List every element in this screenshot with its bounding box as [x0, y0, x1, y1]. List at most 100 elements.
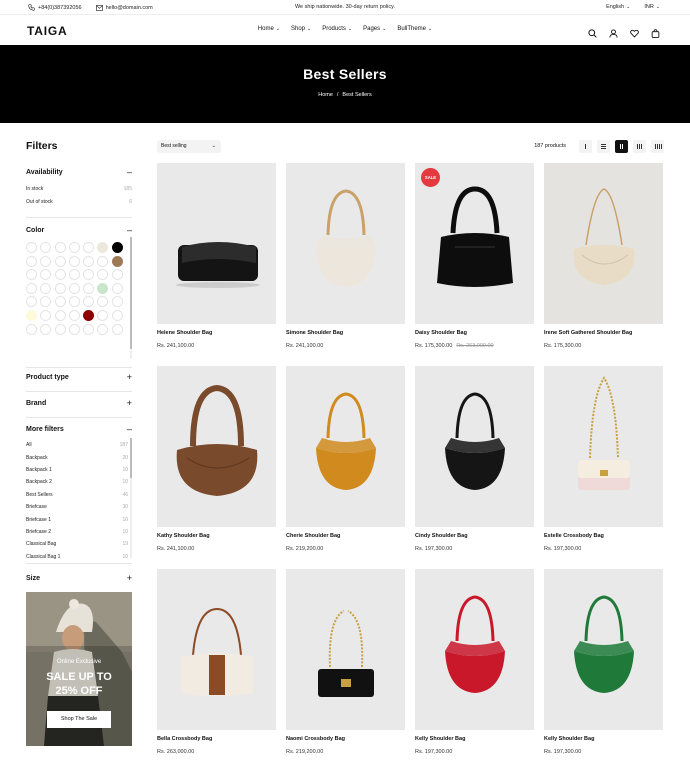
color-swatch[interactable]	[111, 323, 123, 335]
color-swatch[interactable]	[97, 323, 109, 335]
color-swatch[interactable]	[83, 309, 95, 321]
color-swatch[interactable]	[40, 309, 52, 321]
color-swatch[interactable]	[68, 282, 80, 294]
color-swatch[interactable]	[68, 309, 80, 321]
filter-option[interactable]: Backpack 2 10	[26, 476, 128, 488]
product-image-frame[interactable]	[157, 366, 276, 527]
color-swatch[interactable]	[26, 323, 37, 335]
product-image-frame[interactable]	[415, 366, 534, 527]
color-swatch[interactable]	[54, 255, 66, 267]
color-swatch[interactable]	[97, 282, 109, 294]
color-swatch[interactable]	[40, 242, 52, 253]
sort-select[interactable]: Best selling ⌄	[157, 140, 221, 153]
filter-product-type-toggle[interactable]: Product type +	[26, 372, 132, 382]
heart-icon[interactable]	[630, 25, 639, 38]
color-swatch[interactable]	[26, 269, 37, 281]
product-card[interactable]: SALE Daisy Shoulder Bag Rs. 175,300.00 Rs. …	[415, 163, 534, 349]
product-card[interactable]: Estelle Crossbody Bag Rs. 197,300.00	[544, 366, 663, 552]
color-swatch[interactable]	[83, 255, 95, 267]
color-swatch[interactable]	[40, 255, 52, 267]
bag-icon[interactable]	[651, 25, 660, 38]
product-image-frame[interactable]	[286, 366, 405, 527]
view-3-column-button[interactable]	[633, 140, 646, 153]
view-2-column-button[interactable]	[615, 140, 628, 153]
view-list-button[interactable]	[597, 140, 610, 153]
color-swatch[interactable]	[83, 296, 95, 308]
product-image-frame[interactable]	[157, 163, 276, 324]
product-image-frame[interactable]	[544, 366, 663, 527]
product-name[interactable]: Naomi Crossbody Bag	[286, 736, 405, 744]
product-image-frame[interactable]	[544, 163, 663, 324]
product-card[interactable]: Bella Crossbody Bag Rs. 263,000.00	[157, 569, 276, 755]
product-card[interactable]: Irene Soft Gathered Shoulder Bag Rs. 175,…	[544, 163, 663, 349]
filter-size-toggle[interactable]: Size +	[26, 573, 132, 583]
color-swatch[interactable]	[97, 296, 109, 308]
user-icon[interactable]	[609, 25, 618, 38]
nav-item-pages[interactable]: Pages ⌄	[363, 26, 386, 32]
color-swatch[interactable]	[26, 242, 37, 253]
product-card[interactable]: Helene Shoulder Bag Rs. 241,100.00	[157, 163, 276, 349]
view-1-column-button[interactable]	[579, 140, 592, 153]
color-swatch[interactable]	[40, 269, 52, 281]
product-name[interactable]: Kathy Shoulder Bag	[157, 533, 276, 541]
shop-the-sale-button[interactable]: Shop The Sale	[47, 711, 111, 728]
phone-contact[interactable]: +84(0)387392056	[28, 4, 82, 11]
product-image-frame[interactable]	[286, 569, 405, 730]
color-swatch[interactable]	[83, 269, 95, 281]
color-swatch[interactable]	[83, 282, 95, 294]
color-swatch[interactable]	[26, 309, 37, 321]
product-image-frame[interactable]	[157, 569, 276, 730]
filter-option[interactable]: Briefcase 2 10	[26, 526, 128, 538]
color-swatch[interactable]	[68, 269, 80, 281]
email-contact[interactable]: hello@domain.com	[95, 5, 153, 11]
filter-availability-toggle[interactable]: Availability –	[26, 167, 132, 177]
product-name[interactable]: Kelly Shoulder Bag	[544, 736, 663, 744]
color-swatch[interactable]	[54, 323, 66, 335]
product-name[interactable]: Simone Shoulder Bag	[286, 330, 405, 338]
filter-option[interactable]: Best Sellers 46	[26, 489, 128, 501]
view-4-column-button[interactable]	[651, 140, 664, 153]
color-swatch[interactable]	[26, 255, 37, 267]
product-name[interactable]: Daisy Shoulder Bag	[415, 330, 534, 338]
color-swatch[interactable]	[68, 296, 80, 308]
color-swatch[interactable]	[68, 255, 80, 267]
color-swatch[interactable]	[97, 269, 109, 281]
product-image-frame[interactable]	[415, 569, 534, 730]
filter-option[interactable]: Briefcase 1 10	[26, 513, 128, 525]
filter-option[interactable]: All 187	[26, 439, 128, 451]
color-swatch[interactable]	[111, 255, 123, 267]
product-card[interactable]: Naomi Crossbody Bag Rs. 219,200.00	[286, 569, 405, 755]
currency-selector[interactable]: INR ⌄	[644, 4, 660, 10]
color-scrollbar-thumb[interactable]	[130, 237, 132, 349]
product-name[interactable]: Estelle Crossbody Bag	[544, 533, 663, 541]
breadcrumb-home[interactable]: Home	[318, 92, 333, 98]
color-swatch[interactable]	[97, 255, 109, 267]
color-swatch[interactable]	[54, 309, 66, 321]
filter-option[interactable]: Backpack 1 10	[26, 464, 128, 476]
color-swatch[interactable]	[54, 269, 66, 281]
color-swatch[interactable]	[26, 296, 37, 308]
product-card[interactable]: Cherie Shoulder Bag Rs. 219,200.00	[286, 366, 405, 552]
color-swatch[interactable]	[40, 323, 52, 335]
product-name[interactable]: Irene Soft Gathered Shoulder Bag	[544, 330, 663, 338]
filter-option[interactable]: Classical Bag 19	[26, 538, 128, 550]
color-swatch[interactable]	[111, 282, 123, 294]
color-swatch[interactable]	[54, 282, 66, 294]
product-name[interactable]: Kelly Shoulder Bag	[415, 736, 534, 744]
search-icon[interactable]	[588, 25, 597, 38]
product-image-frame[interactable]	[544, 569, 663, 730]
product-name[interactable]: Cindy Shoulder Bag	[415, 533, 534, 541]
color-swatch[interactable]	[97, 309, 109, 321]
filter-option[interactable]: Backpack 20	[26, 451, 128, 463]
color-swatch[interactable]	[111, 309, 123, 321]
color-swatch[interactable]	[111, 296, 123, 308]
more-scrollbar-thumb[interactable]	[130, 438, 132, 478]
filter-more-toggle[interactable]: More filters –	[26, 424, 132, 434]
color-swatch[interactable]	[111, 269, 123, 281]
color-swatch[interactable]	[97, 242, 109, 253]
filter-option-out-of-stock[interactable]: Out of stock 6	[26, 195, 132, 207]
product-card[interactable]: Kelly Shoulder Bag Rs. 197,300.00	[544, 569, 663, 755]
color-swatch[interactable]	[68, 242, 80, 253]
product-image-frame[interactable]	[286, 163, 405, 324]
nav-item-products[interactable]: Products ⌄	[322, 26, 352, 32]
